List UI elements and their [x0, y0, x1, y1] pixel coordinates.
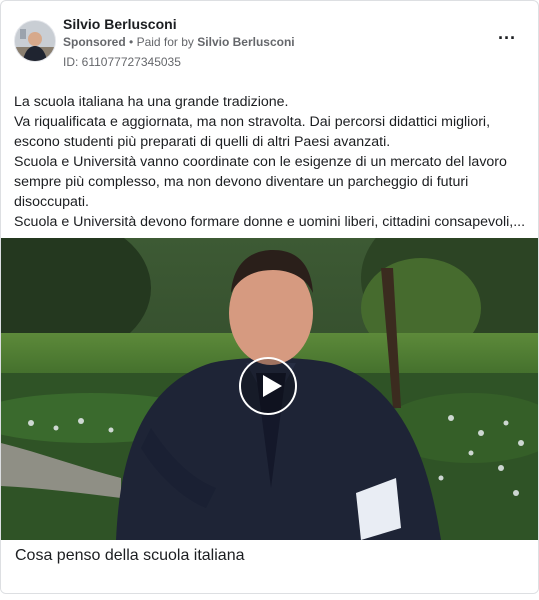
- avatar[interactable]: [14, 20, 56, 62]
- post-line: Scuola e Università vanno coordinate con…: [14, 154, 507, 170]
- play-icon[interactable]: [239, 357, 297, 415]
- separator-dot: •: [129, 35, 134, 49]
- sponsored-label: Sponsored: [63, 35, 126, 49]
- paid-for-prefix: Paid for by: [136, 35, 194, 49]
- post-line: disoccupati.: [14, 194, 89, 210]
- paid-for-by-name: Silvio Berlusconi: [197, 35, 295, 49]
- ad-card: Silvio Berlusconi Sponsored • Paid for b…: [0, 0, 539, 594]
- post-line: Va riqualificata e aggiornata, ma non st…: [14, 114, 491, 130]
- profile-photo: [15, 21, 55, 61]
- video-caption[interactable]: Cosa penso della scuola italiana: [15, 547, 244, 565]
- more-options-icon[interactable]: ···: [495, 29, 519, 51]
- sponsored-line: Sponsored • Paid for by Silvio Berluscon…: [63, 35, 295, 49]
- post-line: escono studenti più preparati di quelli …: [14, 134, 391, 150]
- ad-id: ID: 611077727345035: [63, 55, 181, 69]
- post-line: sempre più complesso, ma non devono dive…: [14, 174, 469, 190]
- post-line: Scuola e Università devono formare donne…: [14, 214, 526, 230]
- post-line: La scuola italiana ha una grande tradizi…: [14, 94, 289, 110]
- page-name-link[interactable]: Silvio Berlusconi: [63, 16, 177, 32]
- post-text: La scuola italiana ha una grande tradizi…: [14, 92, 529, 232]
